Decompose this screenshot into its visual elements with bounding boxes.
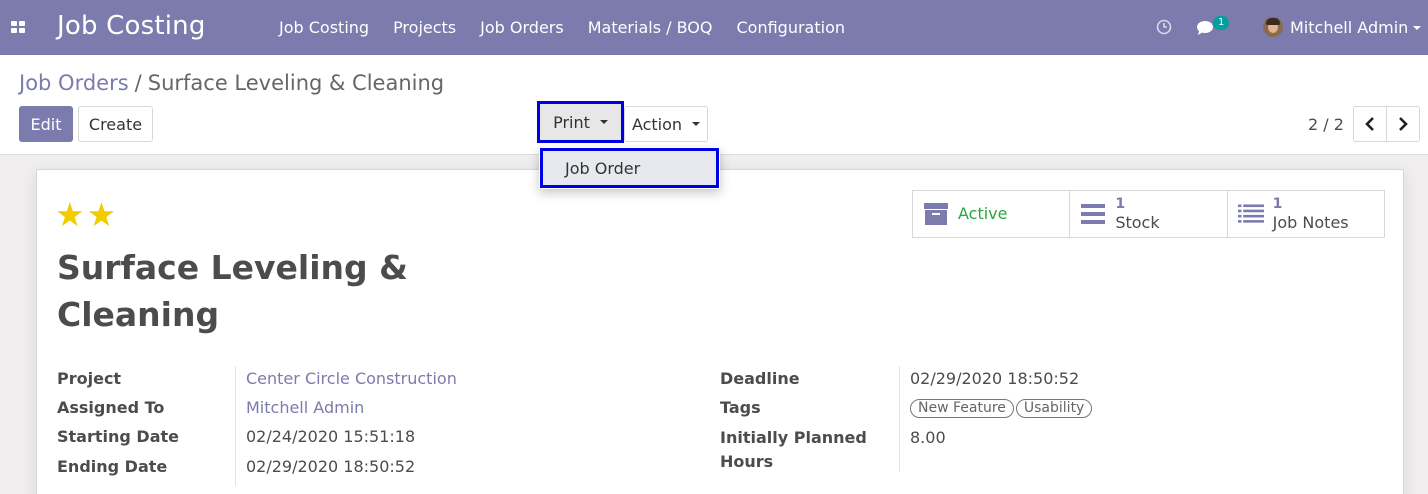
user-menu-name[interactable]: Mitchell Admin	[1290, 18, 1408, 37]
job-notes-count: 1	[1272, 196, 1283, 212]
assigned-to-value[interactable]: Mitchell Admin	[246, 398, 364, 417]
menu-item-job-costing[interactable]: Job Costing	[279, 18, 369, 37]
chevron-left-icon	[1365, 117, 1374, 131]
caret-down-icon	[599, 120, 608, 124]
breadcrumb: Job Orders / Surface Leveling & Cleaning	[19, 71, 444, 95]
smart-button-box: Active 1 Stock 1 Job Notes	[912, 190, 1385, 238]
menu-item-projects[interactable]: Projects	[393, 18, 456, 37]
menu-item-materials-boq[interactable]: Materials / BOQ	[588, 18, 713, 37]
app-title[interactable]: Job Costing	[57, 11, 206, 41]
pager-next-button[interactable]	[1386, 106, 1420, 142]
tag-usability[interactable]: Usability	[1015, 399, 1093, 418]
action-label: Action	[631, 114, 683, 134]
print-dropdown-button[interactable]: Print	[537, 101, 624, 143]
menu-item-configuration[interactable]: Configuration	[736, 18, 845, 37]
deadline-label: Deadline	[720, 369, 800, 388]
control-panel: Job Orders / Surface Leveling & Cleaning E…	[0, 55, 1428, 155]
record-title: Surface Leveling & Cleaning	[57, 248, 408, 334]
caret-down-icon	[692, 122, 701, 126]
starting-date-label: Starting Date	[57, 427, 179, 446]
print-job-order-menu-item[interactable]: Job Order	[540, 148, 719, 188]
left-field-group: Project Center Circle Construction Assig…	[57, 366, 677, 486]
ending-date-value: 02/29/2020 18:50:52	[246, 457, 416, 476]
right-field-group: Deadline 02/29/2020 18:50:52 Tags New Fe…	[720, 366, 1360, 476]
active-status-label: Active	[958, 204, 1008, 223]
user-menu-caret-icon[interactable]	[1413, 26, 1421, 30]
breadcrumb-separator: /	[134, 71, 142, 95]
active-toggle-button[interactable]: Active	[913, 191, 1071, 237]
chevron-right-icon	[1399, 117, 1408, 131]
activity-clock-icon[interactable]	[1156, 19, 1172, 35]
menu-item-job-orders[interactable]: Job Orders	[480, 18, 564, 37]
edit-button[interactable]: Edit	[19, 106, 73, 142]
print-dropdown-menu: Job Order	[539, 147, 720, 189]
starting-date-value: 02/24/2020 15:51:18	[246, 427, 416, 446]
user-avatar[interactable]	[1263, 17, 1283, 37]
list-icon	[1237, 204, 1264, 223]
apps-menu-icon[interactable]	[11, 21, 27, 34]
deadline-value: 02/29/2020 18:50:52	[910, 369, 1080, 388]
messages-count-badge: 1	[1213, 16, 1230, 30]
top-navbar: Job Costing Job Costing Projects Job Ord…	[0, 0, 1428, 55]
priority-star-icon[interactable]: ★	[55, 198, 85, 231]
breadcrumb-current: Surface Leveling & Cleaning	[147, 71, 445, 95]
job-notes-label: Job Notes	[1272, 213, 1349, 232]
tags-label: Tags	[720, 398, 761, 417]
action-dropdown-button[interactable]: Action	[624, 106, 708, 142]
archive-icon	[924, 203, 948, 225]
assigned-to-label: Assigned To	[57, 398, 165, 417]
tag-new-feature[interactable]: New Feature	[910, 399, 1014, 418]
ending-date-label: Ending Date	[57, 457, 168, 476]
stock-smart-button[interactable]: 1 Stock	[1070, 191, 1228, 237]
pager-value[interactable]: 2 / 2	[1308, 115, 1344, 134]
priority-star-icon[interactable]: ★	[87, 198, 117, 231]
initially-planned-hours-value: 8.00	[910, 428, 946, 447]
breadcrumb-job-orders[interactable]: Job Orders	[19, 71, 129, 95]
initially-planned-hours-label: Initially Planned	[720, 428, 867, 447]
initially-planned-hours-label-line2: Hours	[720, 452, 774, 471]
stock-count: 1	[1115, 196, 1126, 212]
bars-icon	[1081, 204, 1106, 224]
field-divider	[235, 366, 236, 486]
job-notes-smart-button[interactable]: 1 Job Notes	[1228, 191, 1384, 237]
messages-icon[interactable]	[1196, 20, 1214, 36]
print-label: Print	[553, 112, 590, 132]
create-button[interactable]: Create	[78, 106, 153, 142]
priority-widget: ★ ★	[55, 198, 118, 231]
field-divider	[899, 366, 900, 472]
stock-label: Stock	[1115, 213, 1160, 232]
pager-previous-button[interactable]	[1353, 106, 1387, 142]
project-label: Project	[57, 369, 122, 388]
project-value[interactable]: Center Circle Construction	[246, 369, 457, 388]
main-menu: Job Costing Projects Job Orders Material…	[279, 0, 869, 55]
tags-value: New Feature Usability	[910, 397, 1094, 418]
form-sheet: ★ ★ Surface Leveling & Cleaning Active 1…	[36, 169, 1404, 494]
